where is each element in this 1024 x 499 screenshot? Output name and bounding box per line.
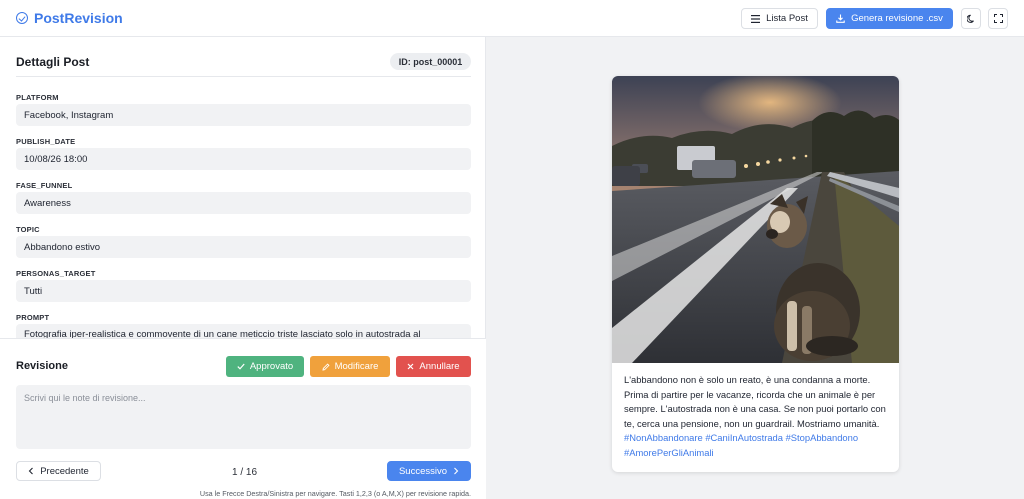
previous-button[interactable]: Precedente [16,461,101,481]
generate-csv-button[interactable]: Genera revisione .csv [826,8,953,29]
details-panel: Dettagli Post ID: post_00001 PLATFORM Fa… [0,37,486,499]
keyboard-hint: Usa le Frecce Destra/Sinistra per naviga… [199,489,471,498]
theme-toggle-button[interactable] [961,8,981,29]
field-value-personas-target[interactable]: Tutti [16,280,471,302]
review-title: Revisione [16,360,68,372]
field-label-platform: PLATFORM [16,93,59,102]
chevron-right-icon [454,467,459,475]
next-button[interactable]: Successivo [387,461,471,481]
brand[interactable]: PostRevision [16,10,123,26]
post-id-badge: ID: post_00001 [390,53,471,70]
pencil-icon [322,362,330,371]
hashtag-link[interactable]: #AmorePerGliAnimali [624,447,714,458]
close-icon [407,363,414,370]
modify-label: Modificare [334,361,379,372]
field-value-topic[interactable]: Abbandono estivo [16,236,471,258]
post-preview-card: L'abbandono non è solo un reato, è una c… [612,76,899,472]
moon-icon [966,14,974,23]
list-icon [751,14,761,23]
chevron-left-icon [28,467,34,475]
review-notes-input[interactable] [16,385,471,449]
review-panel: Revisione Approvato Modificare Annullare… [0,338,486,499]
modify-button[interactable]: Modificare [310,356,390,377]
hashtag-link[interactable]: #CaniInAutostrada [705,432,783,443]
field-label-fase-funnel: FASE_FUNNEL [16,181,73,190]
details-title: Dettagli Post [16,55,90,69]
caption-text: L'abbandono non è solo un reato, è una c… [624,374,886,429]
cancel-label: Annullare [419,361,460,372]
cancel-button[interactable]: Annullare [396,356,471,377]
field-value-platform[interactable]: Facebook, Instagram [16,104,471,126]
details-divider [16,76,471,77]
field-label-topic: TOPIC [16,225,40,234]
hashtag-link[interactable]: #NonAbbandonare [624,432,703,443]
field-label-publish-date: PUBLISH_DATE [16,137,76,146]
check-icon [237,363,245,370]
post-caption: L'abbandono non è solo un reato, è una c… [624,373,888,460]
expand-icon [993,14,1003,23]
check-circle-icon [16,12,28,24]
hashtag-link[interactable]: #StopAbbandono [786,432,858,443]
field-label-prompt: PROMPT [16,313,50,322]
post-list-button[interactable]: Lista Post [741,8,818,29]
field-label-personas-target: PERSONAS_TARGET [16,269,96,278]
download-icon [836,14,845,23]
field-value-publish-date[interactable]: 10/08/26 18:00 [16,148,471,170]
next-label: Successivo [398,465,448,477]
generate-csv-label: Genera revisione .csv [851,13,943,24]
approve-button[interactable]: Approvato [226,356,304,377]
preview-panel: L'abbandono non è solo un reato, è una c… [486,37,1024,499]
top-bar: PostRevision Lista Post Genera revisione… [0,0,1024,37]
field-value-fase-funnel[interactable]: Awareness [16,192,471,214]
app-name: PostRevision [34,10,123,26]
page-indicator: 1 / 16 [232,467,258,478]
previous-label: Precedente [40,465,89,477]
post-list-label: Lista Post [766,13,808,24]
post-image[interactable] [612,76,899,363]
approve-label: Approvato [249,361,294,372]
fullscreen-button[interactable] [988,8,1008,29]
